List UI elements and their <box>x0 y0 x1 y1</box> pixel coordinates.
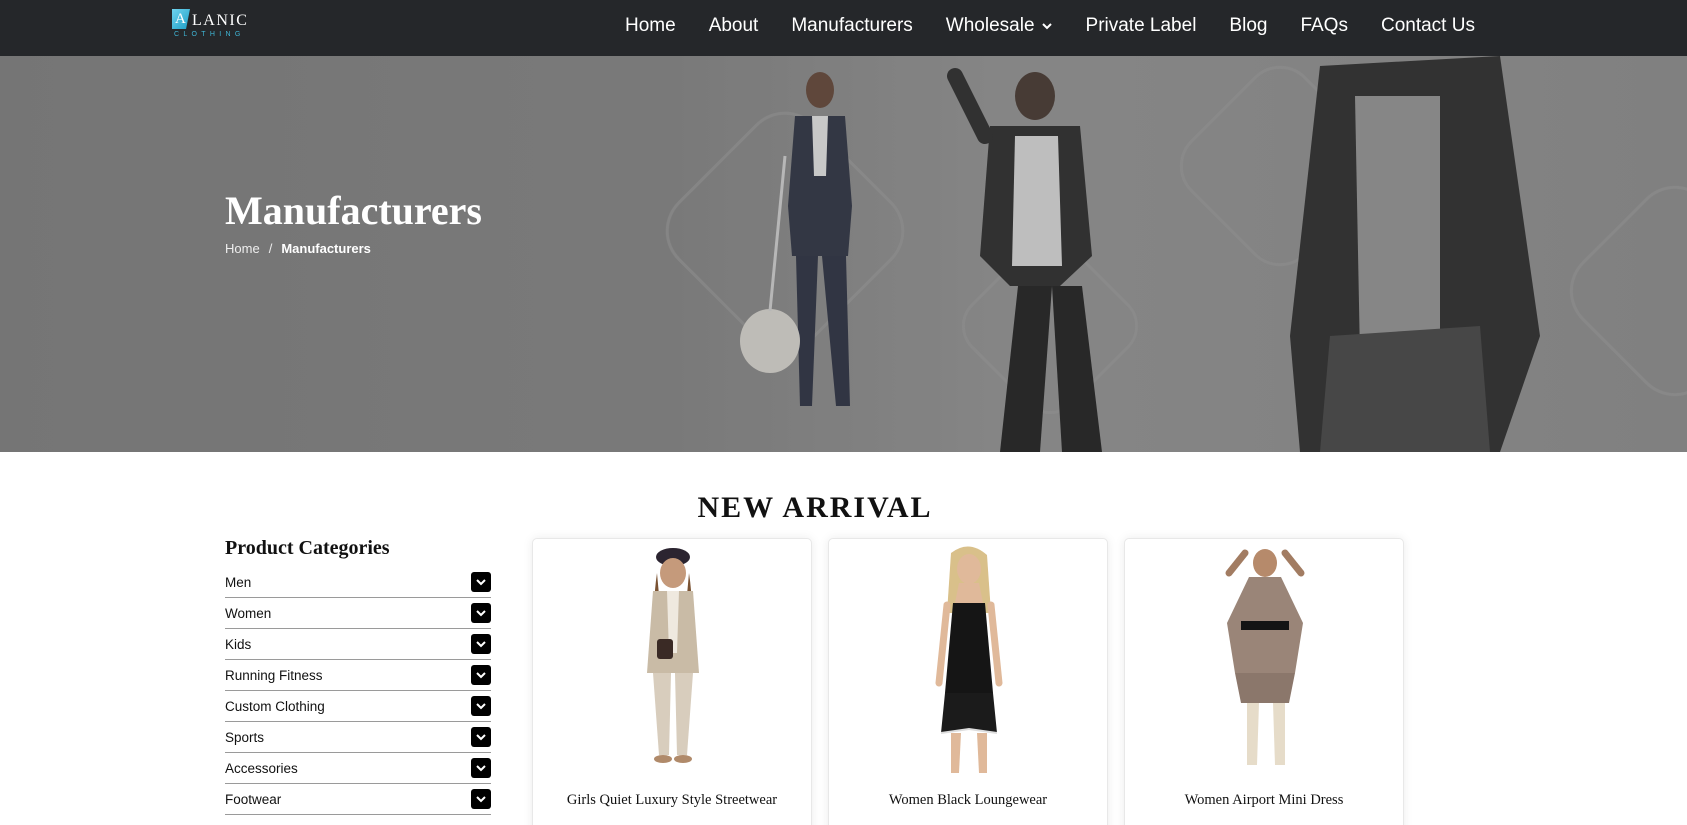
nav-home[interactable]: Home <box>625 14 676 38</box>
chevron-down-icon[interactable] <box>471 665 491 685</box>
breadcrumb: Home / Manufacturers <box>225 241 371 257</box>
breadcrumb-home-link[interactable]: Home <box>225 241 260 257</box>
logo-letter: A <box>175 11 186 27</box>
category-label: Custom Clothing <box>225 698 325 714</box>
chevron-down-icon[interactable] <box>471 758 491 778</box>
product-card[interactable]: Girls Quiet Luxury Style Streetwear <box>532 538 812 825</box>
hero-banner: Manufacturers Home / Manufacturers <box>0 56 1687 452</box>
new-arrival-heading: NEW ARRIVAL <box>697 491 933 524</box>
nav-about[interactable]: About <box>709 14 759 38</box>
product-image[interactable] <box>593 543 753 775</box>
category-women[interactable]: Women <box>225 598 491 629</box>
nav-faqs-label: FAQs <box>1300 15 1348 36</box>
product-card[interactable]: Women Airport Mini Dress <box>1124 538 1404 825</box>
nav-blog[interactable]: Blog <box>1229 14 1267 38</box>
product-grid: Girls Quiet Luxury Style Streetwear Wome… <box>532 538 1404 825</box>
category-label: Kids <box>225 636 252 652</box>
product-card[interactable]: Women Black Loungewear <box>828 538 1108 825</box>
category-men[interactable]: Men <box>225 567 491 598</box>
nav-wholesale-label: Wholesale <box>945 15 1035 36</box>
product-categories-sidebar: Product Categories Men Women Kids Runnin… <box>225 535 491 815</box>
brand-logo[interactable]: A LANIC CLOTHING <box>172 7 254 41</box>
nav-home-label: Home <box>625 15 676 36</box>
chevron-down-icon[interactable] <box>471 789 491 809</box>
product-title[interactable]: Girls Quiet Luxury Style Streetwear <box>533 792 811 809</box>
category-label: Accessories <box>225 760 298 776</box>
category-accessories[interactable]: Accessories <box>225 753 491 784</box>
category-label: Sports <box>225 729 265 745</box>
nav-contact[interactable]: Contact Us <box>1381 14 1475 38</box>
page-title: Manufacturers <box>225 188 482 233</box>
chevron-down-icon[interactable] <box>471 727 491 747</box>
logo-word: LANIC <box>192 12 249 29</box>
nav-manufacturers-label: Manufacturers <box>791 15 913 36</box>
breadcrumb-separator: / <box>268 241 273 256</box>
sidebar-heading: Product Categories <box>225 537 390 559</box>
category-label: Women <box>225 605 272 621</box>
category-kids[interactable]: Kids <box>225 629 491 660</box>
top-navbar: A LANIC CLOTHING Home About Manufacturer… <box>0 0 1687 56</box>
chevron-down-icon[interactable] <box>471 634 491 654</box>
breadcrumb-current: Manufacturers <box>281 241 371 256</box>
product-title[interactable]: Women Black Loungewear <box>829 792 1107 809</box>
category-custom-clothing[interactable]: Custom Clothing <box>225 691 491 722</box>
product-image[interactable] <box>1185 543 1345 775</box>
nav-blog-label: Blog <box>1229 15 1268 36</box>
nav-faqs[interactable]: FAQs <box>1300 14 1348 38</box>
category-running-fitness[interactable]: Running Fitness <box>225 660 491 691</box>
product-image[interactable] <box>889 543 1049 775</box>
nav-contact-label: Contact Us <box>1380 15 1475 36</box>
nav-manufacturers[interactable]: Manufacturers <box>791 14 912 38</box>
chevron-down-icon <box>1041 23 1052 30</box>
category-label: Footwear <box>225 791 282 807</box>
category-sports[interactable]: Sports <box>225 722 491 753</box>
category-label: Men <box>225 574 252 590</box>
chevron-down-icon[interactable] <box>471 696 491 716</box>
chevron-down-icon[interactable] <box>471 603 491 623</box>
main-menu: Home About Manufacturers Wholesale Priva… <box>625 14 1475 38</box>
nav-private-label-label: Private Label <box>1085 15 1197 36</box>
nav-private-label[interactable]: Private Label <box>1086 14 1197 38</box>
nav-wholesale[interactable]: Wholesale <box>946 14 1053 38</box>
category-label: Running Fitness <box>225 667 323 683</box>
category-footwear[interactable]: Footwear <box>225 784 491 815</box>
product-title[interactable]: Women Airport Mini Dress <box>1125 792 1403 809</box>
nav-about-label: About <box>708 15 759 36</box>
logo-subtitle: CLOTHING <box>174 31 245 38</box>
chevron-down-icon[interactable] <box>471 572 491 592</box>
